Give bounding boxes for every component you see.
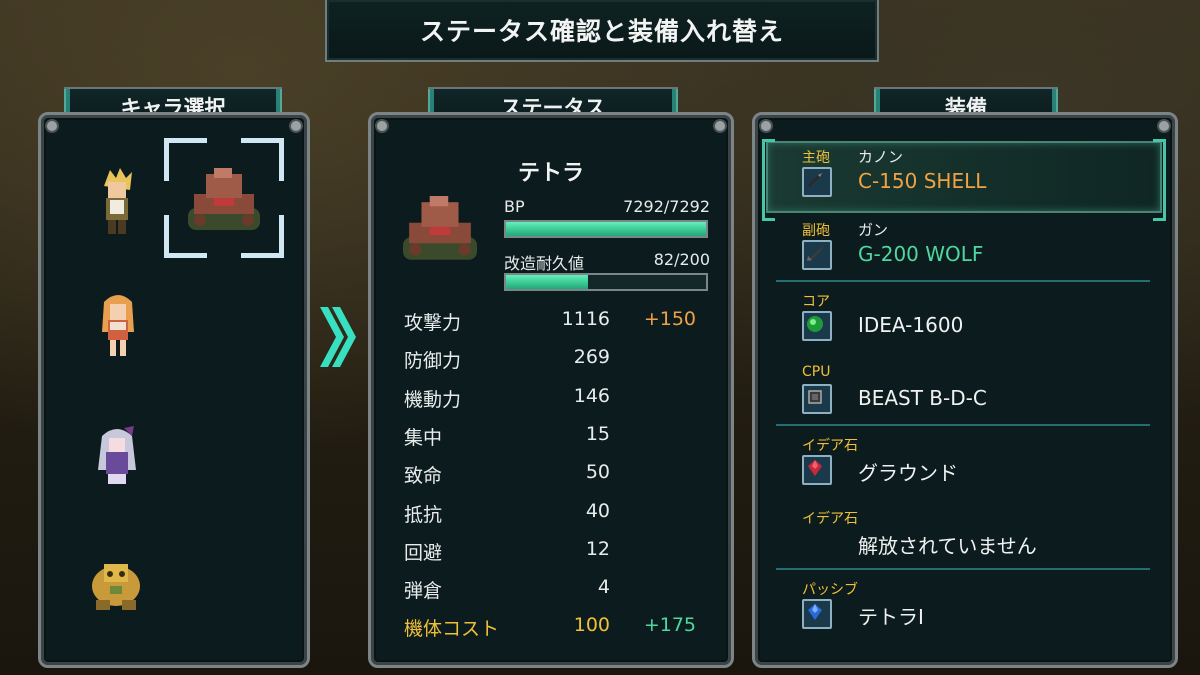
equipment-name[interactable]: テトラI <box>858 601 924 630</box>
stat-name: 機体コスト <box>404 618 500 641</box>
bp-label: BP <box>504 197 525 216</box>
equipment-category: コア <box>802 294 830 310</box>
bp-bar-fill <box>506 222 706 236</box>
stat-name: 集中 <box>404 426 443 449</box>
bp-bar <box>504 220 708 238</box>
divider <box>776 568 1150 570</box>
stat-name: 攻撃力 <box>404 312 462 334</box>
stat-value: 4 <box>597 576 610 599</box>
stat-name: 抵抗 <box>404 503 443 526</box>
stat-value: 50 <box>585 461 610 484</box>
stat-value: 40 <box>585 499 610 522</box>
equipment-subtype: カノン <box>858 148 904 166</box>
stat-row: 機動力 146 <box>404 385 704 415</box>
stat-name: 防御力 <box>404 350 462 373</box>
equipment-category: 副砲 <box>802 223 830 239</box>
stat-name: 弾倉 <box>404 580 443 603</box>
divider <box>776 280 1150 282</box>
stat-name: 回避 <box>404 541 443 564</box>
equipment-category: 主砲 <box>802 150 830 166</box>
stat-bonus: +175 <box>643 614 696 637</box>
stat-value: 100 <box>573 614 610 637</box>
bp-value: 7292/7292 <box>623 197 710 216</box>
equipment-category: イデア石 <box>802 511 858 527</box>
shell-icon <box>802 167 832 197</box>
stat-row: 集中 15 <box>404 423 704 453</box>
equipment-name[interactable]: グラウンド <box>858 457 958 486</box>
core-orb-icon <box>802 311 832 341</box>
double-chevron-right-icon <box>320 307 356 367</box>
stat-name: 致命 <box>404 465 443 488</box>
stat-value: 1116 <box>561 308 610 330</box>
stat-row: 致命 50 <box>404 461 704 491</box>
equipment-name[interactable]: G-200 WOLF <box>858 242 983 266</box>
blue-gem-icon <box>802 599 832 629</box>
equipment-name[interactable]: 解放されていません <box>858 530 1037 559</box>
equipment-category: パッシブ <box>802 582 858 598</box>
durability-value: 82/200 <box>653 250 710 269</box>
unit-name: テトラ <box>517 161 584 186</box>
stat-bonus: +150 <box>643 308 696 330</box>
missile-icon <box>802 240 832 270</box>
red-gem-icon <box>802 455 832 485</box>
stat-row: 抵抗 40 <box>404 500 704 530</box>
equipment-name[interactable]: BEAST B-D-C <box>858 386 987 410</box>
character-silver-hair-girl[interactable] <box>94 424 140 486</box>
durability-bar-fill <box>506 275 588 289</box>
stat-value: 146 <box>573 384 610 407</box>
unit-portrait-tank <box>402 196 478 260</box>
stat-row: 攻撃力 1116 +150 <box>404 308 704 338</box>
stat-value: 15 <box>585 422 610 445</box>
stat-row: 弾倉 4 <box>404 576 704 606</box>
equipment-name[interactable]: C-150 SHELL <box>858 169 986 193</box>
character-tank-tetra[interactable] <box>184 168 264 238</box>
screen-title: ステータス確認と装備入れ替え <box>325 0 879 62</box>
character-blonde-boy[interactable] <box>96 166 138 236</box>
character-golden-robot[interactable] <box>88 556 144 612</box>
equipment-category: イデア石 <box>802 438 858 454</box>
stat-name: 機動力 <box>404 388 462 411</box>
stat-row: 機体コスト 100 +175 <box>404 614 704 644</box>
stat-value: 269 <box>573 346 610 369</box>
durability-label: 改造耐久値 <box>504 254 585 273</box>
equipment-category: CPU <box>802 364 831 380</box>
equipment-name[interactable]: IDEA-1600 <box>858 313 963 337</box>
equipment-subtype: ガン <box>858 221 889 239</box>
stat-row: 防御力 269 <box>404 346 704 376</box>
durability-bar <box>504 273 708 291</box>
character-orange-hair-girl[interactable] <box>98 292 138 358</box>
cpu-chip-icon <box>802 384 832 414</box>
stat-value: 12 <box>585 537 610 560</box>
stat-row: 回避 12 <box>404 538 704 568</box>
divider <box>776 424 1150 426</box>
